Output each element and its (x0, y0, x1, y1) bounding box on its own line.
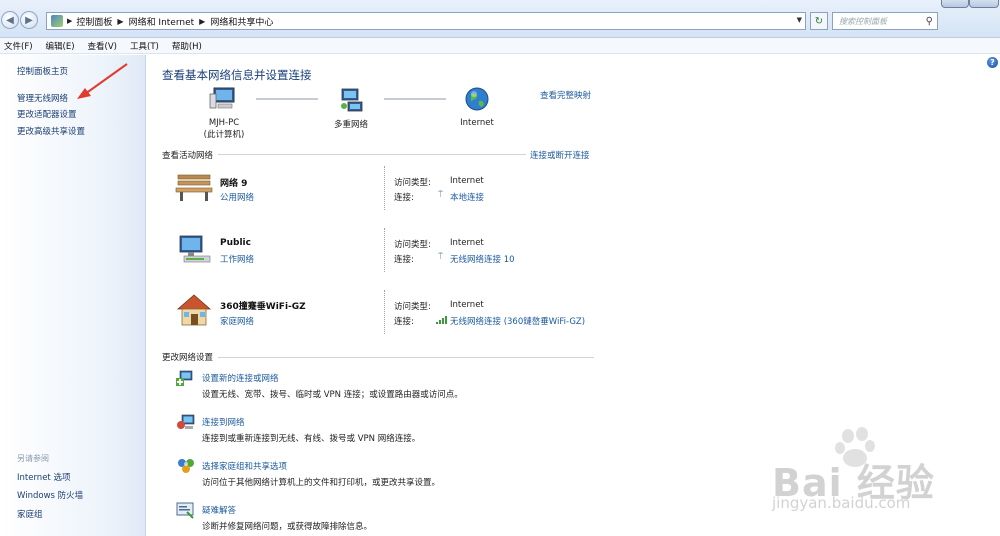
node-internet-name: Internet (460, 118, 494, 128)
full-map-link[interactable]: 查看完整映射 (540, 89, 591, 101)
address-bar-area: ◀ ▶ ▶ 控制面板 ▶ 网络和 Internet ▶ 网络和共享中心 ▼ ↻ … (0, 0, 1000, 38)
troubleshoot-icon[interactable] (176, 501, 196, 519)
chevron-right-icon: ▶ (67, 17, 73, 25)
map-link-line (256, 98, 318, 100)
chevron-right-icon[interactable]: ▶ (117, 17, 123, 26)
menu-view[interactable]: 查看(V) (88, 40, 117, 52)
divider (218, 357, 594, 358)
chevron-down-icon[interactable]: ▼ (797, 16, 802, 24)
refresh-button[interactable]: ↻ (810, 12, 828, 30)
breadcrumb: 控制面板 ▶ 网络和 Internet ▶ 网络和共享中心 (76, 15, 273, 28)
connect-disconnect-link[interactable]: 连接或断开连接 (530, 149, 590, 161)
connection-label: 连接: (394, 317, 414, 327)
see-also-internet-options[interactable]: Internet 选项 (17, 471, 70, 483)
house-icon (176, 294, 212, 326)
task-desc: 连接到或重新连接到无线、有线、拨号或 VPN 网络连接。 (202, 434, 421, 444)
connection-link[interactable]: 本地连接 (450, 191, 484, 203)
globe-icon (465, 87, 489, 111)
ethernet-icon: ⍑ (438, 190, 444, 200)
wifi-signal-icon (436, 316, 447, 324)
minimize-button[interactable] (941, 0, 969, 8)
control-panel-icon (51, 15, 63, 27)
back-arrow-icon: ◀ (6, 14, 14, 26)
menu-help[interactable]: 帮助(H) (172, 40, 202, 52)
refresh-icon: ↻ (814, 15, 824, 27)
task-homegroup[interactable]: 选择家庭组和共享选项 (202, 460, 287, 472)
sidebar-advanced-sharing[interactable]: 更改高级共享设置 (17, 125, 85, 137)
connection-label: 连接: (394, 193, 414, 203)
annotation-arrow-icon (77, 63, 128, 99)
active-networks-header: 查看活动网络 (162, 151, 214, 161)
sidebar-change-adapter[interactable]: 更改适配器设置 (17, 108, 77, 120)
change-settings-header: 更改网络设置 (162, 353, 214, 363)
breadcrumb-network-internet[interactable]: 网络和 Internet (129, 15, 195, 28)
access-type-value: Internet (450, 176, 484, 186)
access-type-value: Internet (450, 238, 484, 248)
network-name: 网络 9 (220, 179, 248, 189)
divider (384, 166, 385, 210)
node-network-name: 多重网络 (333, 120, 368, 130)
network-icon (341, 88, 363, 112)
page-title: 查看基本网络信息并设置连接 (162, 68, 312, 82)
homegroup-icon[interactable] (176, 457, 196, 475)
connection-link[interactable]: 无线网络连接 10 (450, 253, 515, 265)
node-this-pc: MJH-PC (此计算机) (196, 118, 252, 140)
connection-label: 连接: (394, 255, 414, 265)
menu-file[interactable]: 文件(F) (4, 40, 33, 52)
watermark-url: jingyan.baidu.com (772, 494, 911, 512)
new-connection-icon[interactable] (176, 369, 196, 387)
task-troubleshoot[interactable]: 疑难解答 (202, 504, 236, 516)
menu-edit[interactable]: 编辑(E) (46, 40, 75, 52)
search-icon[interactable]: ⚲ (926, 16, 933, 27)
network-type-link[interactable]: 工作网络 (220, 253, 254, 265)
see-also-firewall[interactable]: Windows 防火墙 (17, 489, 83, 501)
task-connect-network[interactable]: 连接到网络 (202, 416, 245, 428)
chevron-right-icon[interactable]: ▶ (199, 17, 205, 26)
task-desc: 设置无线、宽带、拨号、临时或 VPN 连接；或设置路由器或访问点。 (202, 390, 463, 400)
task-desc: 诊断并修复网络问题，或获得故障排除信息。 (202, 522, 373, 532)
see-also-title: 另请参阅 (17, 454, 49, 463)
network-type-link[interactable]: 家庭网络 (220, 315, 254, 327)
node-internet: Internet (452, 118, 502, 128)
sidebar: 控制面板主页 管理无线网络 更改适配器设置 更改高级共享设置 另请参阅 Inte… (0, 55, 146, 536)
network-name: 360撞蹇垂WiFi-GZ (220, 302, 306, 312)
connection-link[interactable]: 无线网络连接 (360鏈嶅垂WiFi-GZ) (450, 315, 585, 327)
network-name: Public (220, 238, 251, 248)
search-input[interactable]: 搜索控制面板 ⚲ (832, 12, 938, 30)
access-type-value: Internet (450, 300, 484, 310)
address-field[interactable]: ▶ 控制面板 ▶ 网络和 Internet ▶ 网络和共享中心 ▼ (46, 12, 806, 30)
maximize-button[interactable] (969, 0, 999, 8)
divider (384, 228, 385, 272)
back-button[interactable]: ◀ (1, 11, 19, 29)
breadcrumb-control-panel[interactable]: 控制面板 (76, 15, 112, 28)
map-link-line (384, 98, 446, 100)
forward-arrow-icon: ▶ (25, 14, 33, 26)
ethernet-icon: ⍑ (438, 252, 444, 262)
menu-bar: 文件(F) 编辑(E) 查看(V) 工具(T) 帮助(H) (0, 38, 1000, 54)
forward-button[interactable]: ▶ (20, 11, 38, 29)
node-multiple-networks: 多重网络 (326, 118, 376, 130)
divider (218, 154, 526, 155)
breadcrumb-sharing-center[interactable]: 网络和共享中心 (210, 15, 273, 28)
task-desc: 访问位于其他网络计算机上的文件和打印机，或更改共享设置。 (202, 478, 441, 488)
task-new-connection[interactable]: 设置新的连接或网络 (202, 372, 279, 384)
connect-network-icon[interactable] (176, 413, 196, 431)
node-pc-name: MJH-PC (208, 118, 240, 128)
sidebar-control-panel-home[interactable]: 控制面板主页 (17, 65, 68, 77)
computer-icon (209, 87, 235, 109)
bench-icon (175, 174, 213, 201)
network-type-link[interactable]: 公用网络 (220, 191, 254, 203)
see-also-homegroup[interactable]: 家庭组 (17, 508, 43, 520)
access-type-label: 访问类型: (394, 302, 431, 312)
divider (384, 290, 385, 334)
search-placeholder: 搜索控制面板 (839, 16, 887, 26)
office-icon (179, 235, 211, 263)
access-type-label: 访问类型: (394, 240, 431, 250)
menu-tools[interactable]: 工具(T) (130, 40, 159, 52)
access-type-label: 访问类型: (394, 178, 431, 188)
node-pc-sub: (此计算机) (203, 130, 245, 140)
sidebar-manage-wireless[interactable]: 管理无线网络 (17, 92, 68, 104)
help-icon[interactable]: ? (987, 57, 998, 68)
